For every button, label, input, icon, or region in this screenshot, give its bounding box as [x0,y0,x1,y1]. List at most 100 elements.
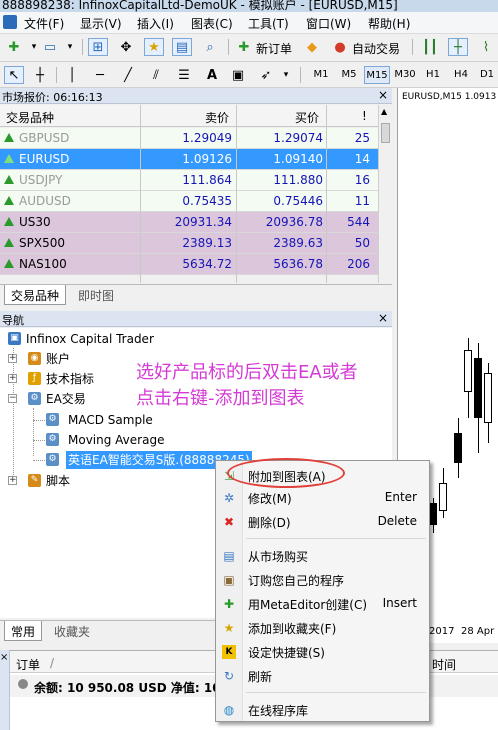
column-symbol[interactable]: 交易品种 [6,109,54,126]
timeframe-m1[interactable]: M1 [308,66,334,84]
nav-scripts[interactable]: 脚本 [46,472,70,490]
menu-add-favorites[interactable]: ★ 添加到收藏夹(F) [216,617,429,639]
nav-ea-macd[interactable]: MACD Sample [68,411,153,429]
dropdown-arrow-icon[interactable]: ▾ [60,38,80,56]
market-watch-row[interactable]: NAS100 5634.72 5636.78 206 [0,254,378,275]
trendline-icon[interactable]: ╱ [118,66,138,84]
line-chart-icon[interactable]: ⌇ [476,38,496,56]
navigator-title: 导航 [2,314,24,327]
market-watch-row[interactable]: SPX500 2389.13 2389.63 50 [0,233,378,254]
cell-symbol: AUDUSD [19,194,71,208]
menu-delete[interactable]: ✖ 删除(D) Delete [216,511,429,533]
close-icon[interactable]: × [378,311,388,325]
price-up-arrow-icon [4,154,14,163]
timeframe-m30[interactable]: M30 [392,66,418,84]
horizontal-line-icon[interactable]: ─ [90,66,110,84]
dropdown-arrow-icon[interactable]: ▾ [276,66,296,84]
timeframe-h4[interactable]: H4 [448,66,474,84]
cell-ask: 111.880 [273,173,323,187]
market-watch-scrollbar[interactable]: ▲ [378,105,392,283]
cell-bid: 1.09126 [182,152,232,166]
navigator-icon[interactable]: ★ [144,38,164,56]
vertical-line-icon[interactable]: │ [62,66,82,84]
fibonacci-icon[interactable]: ☰ [174,66,194,84]
standard-toolbar: ✚ ▾ ▭ ▾ ⊞ ✥ ★ ▤ ⌕ ✚ 新订单 ◆ ● 自动交易 ┃┃ ┼ ⌇ [0,34,498,62]
menu-order-program[interactable]: ▣ 订购您自己的程序 [216,569,429,591]
crosshair-icon[interactable]: ┼ [30,66,50,84]
tab-symbols[interactable]: 交易品种 [4,285,67,305]
market-watch-row[interactable]: AUDUSD 0.75435 0.75446 11 [0,191,378,212]
new-chart-icon[interactable]: ✚ [4,38,24,56]
text-label-icon[interactable]: ▣ [228,66,248,84]
channel-icon[interactable]: ⫽ [146,66,166,84]
cursor-icon[interactable]: ↖ [4,66,24,84]
arrows-icon[interactable]: ➶ [256,66,276,84]
highlight-ring [227,458,345,488]
experts-icon: ⚙ [28,392,41,405]
data-window-icon[interactable]: ✥ [116,38,136,56]
market-watch-icon[interactable]: ⊞ [88,38,108,56]
column-time[interactable]: 时间 [432,656,456,673]
menu-buy-from-market[interactable]: ▤ 从市场购买 [216,545,429,567]
price-up-arrow-icon [4,175,14,184]
menu-refresh[interactable]: ↻ 刷新 [216,665,429,687]
close-icon[interactable]: × [378,88,388,102]
menu-modify[interactable]: ✲ 修改(M) Enter [216,487,429,509]
cell-ask: 1.29074 [273,131,323,145]
menu-online-library[interactable]: ◍ 在线程序库 [216,699,429,721]
cell-bid: 20931.34 [174,215,232,229]
expand-icon[interactable]: + [8,374,17,383]
column-ask[interactable]: 买价 [295,109,319,126]
menu-insert[interactable]: 插入(I) [137,15,174,32]
menu-charts[interactable]: 图表(C) [191,15,233,32]
close-icon[interactable]: × [0,652,8,663]
strategy-tester-icon[interactable]: ⌕ [200,38,220,56]
menu-set-hotkey[interactable]: K 设定快捷键(S) [216,641,429,663]
scroll-up-icon[interactable]: ▲ [381,107,387,116]
expand-icon[interactable]: + [8,476,17,485]
market-watch-row[interactable]: EURUSD 1.09126 1.09140 14 [0,149,378,170]
market-watch-row[interactable]: GBPUSD 1.29049 1.29074 25 [0,128,378,149]
menu-create-metaeditor[interactable]: ✚ 用MetaEditor创建(C) Insert [216,593,429,615]
timeframe-m15[interactable]: M15 [364,66,390,84]
menu-window[interactable]: 窗口(W) [306,15,351,32]
nav-indicators[interactable]: 技术指标 [46,370,94,388]
nav-experts[interactable]: EA交易 [46,390,86,408]
menu-file[interactable]: 文件(F) [24,15,64,32]
price-up-arrow-icon [4,217,14,226]
column-bid[interactable]: 卖价 [205,109,229,126]
timeframe-m5[interactable]: M5 [336,66,362,84]
drawing-toolbar: ↖ ┼ │ ─ ╱ ⫽ ☰ A ▣ ➶ ▾ M1 M5 M15 M30 H1 H… [0,62,498,88]
ea-icon: ⚙ [46,433,59,446]
new-order-button[interactable]: 新订单 [256,40,292,57]
tab-favorites[interactable]: 收藏夹 [48,621,96,641]
menu-view[interactable]: 显示(V) [80,15,122,32]
nav-root[interactable]: Infinox Capital Trader [26,330,154,348]
text-tool-icon[interactable]: A [202,66,222,84]
auto-trading-icon[interactable]: ● [330,38,350,56]
tab-common[interactable]: 常用 [4,621,43,641]
nav-accounts[interactable]: 账户 [46,350,70,368]
expand-icon[interactable]: + [8,354,17,363]
tab-tick-chart[interactable]: 即时图 [72,285,120,305]
app-icon[interactable] [3,15,17,29]
column-spread[interactable]: ! [362,109,367,123]
auto-trading-button[interactable]: 自动交易 [352,40,400,57]
star-icon: ★ [223,621,235,635]
menu-help[interactable]: 帮助(H) [368,15,410,32]
timeframe-h1[interactable]: H1 [420,66,446,84]
metaeditor-icon[interactable]: ◆ [302,38,322,56]
column-order[interactable]: 订单 [16,656,40,673]
globe-icon: ◍ [223,703,235,717]
terminal-icon[interactable]: ▤ [172,38,192,56]
market-watch-row[interactable]: USDJPY 111.864 111.880 16 [0,170,378,191]
new-order-icon[interactable]: ✚ [234,38,254,56]
collapse-icon[interactable]: − [8,394,17,403]
bar-chart-icon[interactable]: ┃┃ [420,38,440,56]
timeframe-d1[interactable]: D1 [474,66,498,84]
menu-tools[interactable]: 工具(T) [248,15,289,32]
candlestick-chart-icon[interactable]: ┼ [448,38,468,56]
market-watch-row[interactable]: US30 20931.34 20936.78 544 [0,212,378,233]
profiles-icon[interactable]: ▭ [40,38,60,56]
nav-ea-moving-average[interactable]: Moving Average [68,431,164,449]
